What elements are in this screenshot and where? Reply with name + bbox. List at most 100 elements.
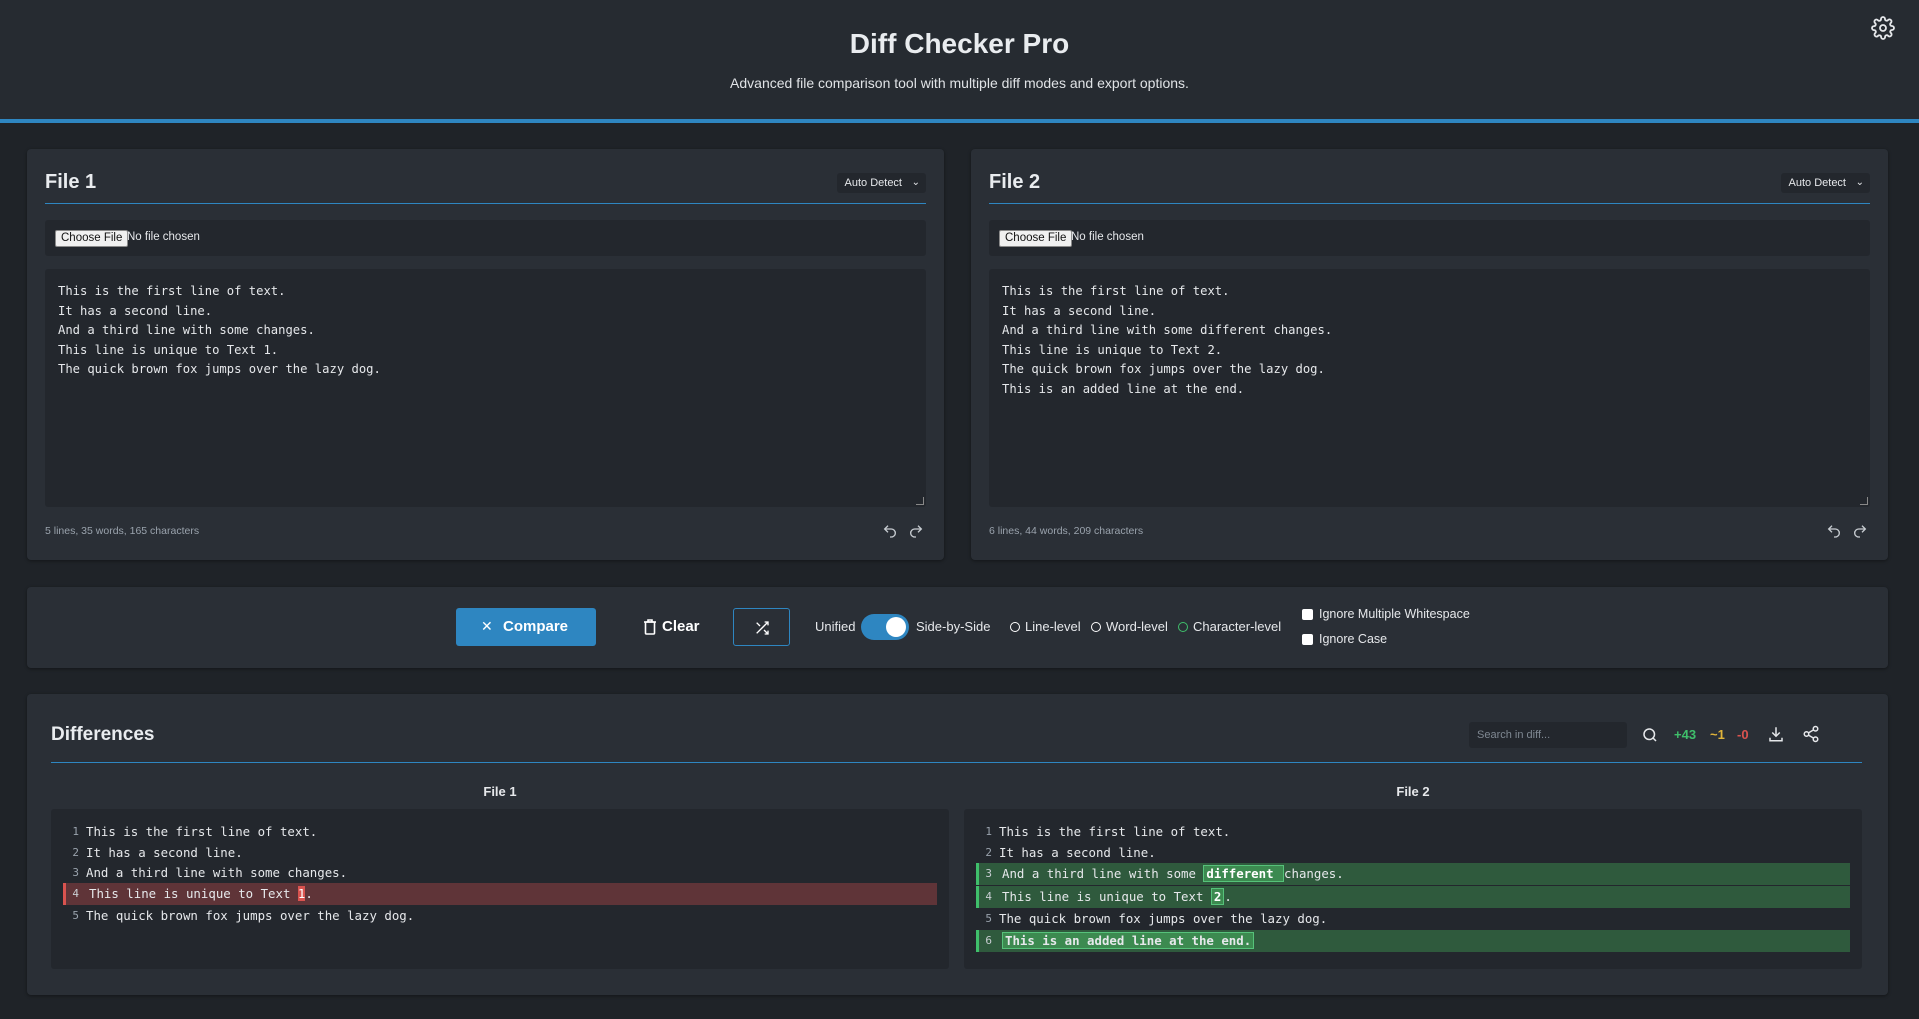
ignore-case-label: Ignore Case <box>1319 632 1388 646</box>
diff-line: 6 This is an added line at the end. <box>976 930 1850 952</box>
right-column-header: File 2 <box>1396 784 1430 799</box>
redo-icon[interactable] <box>1852 523 1868 539</box>
share-icon[interactable] <box>1802 725 1820 743</box>
divider <box>45 203 926 204</box>
diff-line: 2 It has a second line. <box>63 842 937 864</box>
controls-toolbar: ✕ Compare Clear Unified Side-by-Side Lin… <box>27 587 1888 668</box>
line-text-unchanged: And a third line with some <box>1002 866 1204 881</box>
line-number: 5 <box>985 912 992 925</box>
mode-character-radio[interactable] <box>1178 622 1188 632</box>
added-text-highlight: This is an added line at the end. <box>1002 932 1255 949</box>
file2-choose-button[interactable]: Choose File <box>999 230 1073 247</box>
shuffle-icon <box>756 621 769 635</box>
clear-label: Clear <box>662 618 700 635</box>
diff-line: 2 It has a second line. <box>976 842 1850 864</box>
chevron-down-icon: ⌄ <box>1855 177 1864 188</box>
mode-line-label: Line-level <box>1025 619 1081 634</box>
line-text: This is an added line at the end. <box>1002 932 1255 949</box>
file2-title: File 2 <box>989 171 1041 193</box>
added-text-highlight: 2 <box>1210 888 1225 905</box>
diff-line: 1 This is the first line of text. <box>63 821 937 843</box>
file2-mode-select[interactable]: Auto Detect ⌄ <box>1780 173 1870 193</box>
file1-panel: File 1 Auto Detect ⌄ Choose File No file… <box>27 149 944 560</box>
line-text-unchanged: The quick brown fox jumps over the lazy … <box>86 908 415 923</box>
file2-textarea[interactable]: This is the first line of text. It has a… <box>989 269 1870 507</box>
resize-handle[interactable] <box>916 497 924 505</box>
clear-button[interactable]: Clear <box>632 608 712 646</box>
file2-text: This is the first line of text. It has a… <box>1002 284 1333 396</box>
search-icon[interactable] <box>1641 726 1659 744</box>
file1-stats: 5 lines, 35 words, 165 characters <box>45 525 200 537</box>
line-text-unchanged: It has a second line. <box>999 845 1156 860</box>
line-number: 3 <box>72 866 79 879</box>
divider <box>51 762 1862 763</box>
undo-icon[interactable] <box>1826 523 1842 539</box>
mode-line-radio[interactable] <box>1010 622 1020 632</box>
mode-character-label: Character-level <box>1193 619 1282 634</box>
ignore-case-checkbox[interactable] <box>1302 634 1313 645</box>
line-text: This line is unique to Text 1. <box>89 886 313 901</box>
line-number: 6 <box>985 934 992 947</box>
diff-line: 5 The quick brown fox jumps over the lazy… <box>63 905 937 927</box>
app-subtitle: Advanced file comparison tool with multi… <box>730 75 1189 91</box>
trash-icon <box>644 619 656 635</box>
line-number: 3 <box>985 867 992 880</box>
ignore-whitespace-checkbox[interactable] <box>1302 609 1313 620</box>
line-text-unchanged: This line is unique to Text <box>89 886 298 901</box>
file1-choose-button[interactable]: Choose File <box>55 230 129 247</box>
close-icon: ✕ <box>481 618 493 634</box>
left-column-header: File 1 <box>483 784 517 799</box>
gear-icon[interactable] <box>1871 16 1895 40</box>
mode-word-label: Word-level <box>1106 619 1168 634</box>
file1-textarea[interactable]: This is the first line of text. It has a… <box>45 269 926 507</box>
mode-word-radio[interactable] <box>1091 622 1101 632</box>
line-text: It has a second line. <box>86 845 243 860</box>
line-text-unchanged: . <box>1224 889 1232 904</box>
view-toggle[interactable] <box>861 614 909 640</box>
compare-label: Compare <box>503 618 569 635</box>
right-diff-view: 1 This is the first line of text. 2 It has … <box>964 809 1862 969</box>
swap-button[interactable] <box>733 608 790 646</box>
line-number: 5 <box>72 909 79 922</box>
download-icon[interactable] <box>1767 725 1785 743</box>
compare-button[interactable]: ✕ Compare <box>456 608 596 646</box>
file1-upload: Choose File No file chosen <box>45 220 926 256</box>
ignore-whitespace-label: Ignore Multiple Whitespace <box>1319 607 1470 621</box>
line-number: 4 <box>72 887 79 900</box>
undo-icon[interactable] <box>882 523 898 539</box>
line-text-unchanged: This line is unique to Text <box>1002 889 1211 904</box>
file2-panel: File 2 Auto Detect ⌄ Choose File No file… <box>971 149 1888 560</box>
line-number: 1 <box>985 825 992 838</box>
file1-mode-value: Auto Detect <box>844 177 902 189</box>
added-text-highlight: different <box>1203 865 1285 882</box>
redo-icon[interactable] <box>908 523 924 539</box>
diff-line: 1 This is the first line of text. <box>976 821 1850 843</box>
line-number: 2 <box>985 846 992 859</box>
line-text: This line is unique to Text 2. <box>1002 888 1232 905</box>
app-title: Diff Checker Pro <box>849 28 1070 59</box>
file1-mode-select[interactable]: Auto Detect ⌄ <box>836 173 926 193</box>
removed-count: -0 <box>1737 727 1749 742</box>
line-text: And a third line with some changes. <box>86 865 347 880</box>
differences-panel: Differences Search in diff... +43 ~1 -0 … <box>27 694 1888 995</box>
line-text: This is the first line of text. <box>86 824 317 839</box>
chevron-down-icon: ⌄ <box>911 177 920 188</box>
line-number: 2 <box>72 846 79 859</box>
toggle-knob <box>886 617 906 637</box>
view-unified-label: Unified <box>815 619 856 634</box>
diff-search-placeholder: Search in diff... <box>1477 729 1551 741</box>
line-text-unchanged: This is the first line of text. <box>86 824 318 839</box>
file1-file-status: No file chosen <box>127 231 200 243</box>
resize-handle[interactable] <box>1860 497 1868 505</box>
file2-stats: 6 lines, 44 words, 209 characters <box>989 525 1144 537</box>
line-text-unchanged: changes. <box>1284 866 1344 881</box>
diff-line: 3 And a third line with some different ch… <box>976 863 1850 885</box>
file2-upload: Choose File No file chosen <box>989 220 1870 256</box>
diff-search-input[interactable]: Search in diff... <box>1469 722 1627 748</box>
app-header: Diff Checker Pro Advanced file compariso… <box>0 0 1919 123</box>
line-number: 4 <box>985 890 992 903</box>
diff-line: 4 This line is unique to Text 2. <box>976 886 1850 908</box>
line-text: The quick brown fox jumps over the lazy … <box>999 911 1327 926</box>
added-count: +43 <box>1674 727 1697 742</box>
view-side-label: Side-by-Side <box>916 619 991 634</box>
